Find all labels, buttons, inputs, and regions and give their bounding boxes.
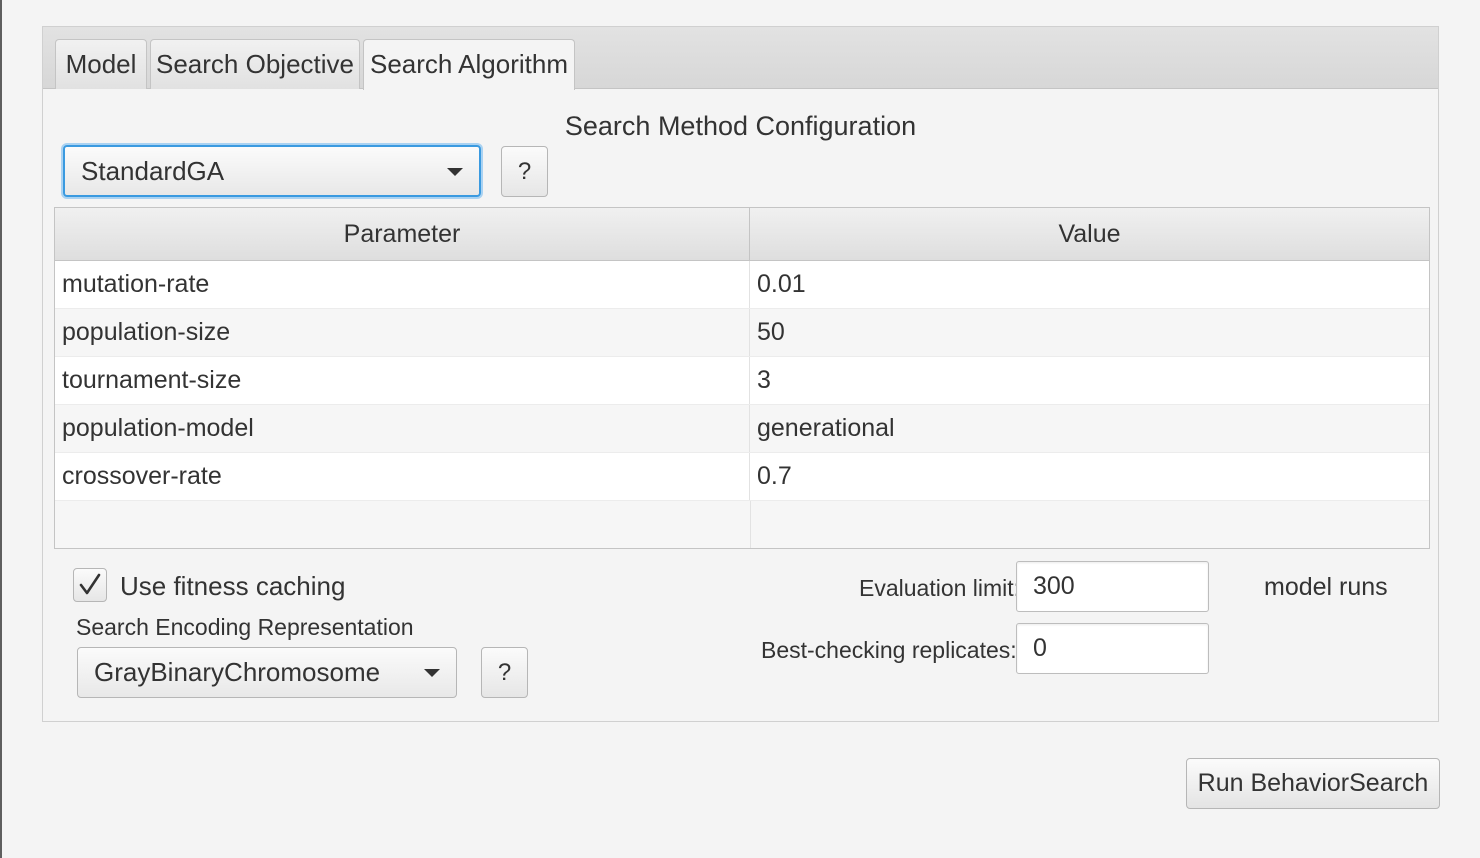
tab-search-algorithm[interactable]: Search Algorithm <box>363 39 575 90</box>
parameter-cell: population-model <box>55 405 750 452</box>
window-edge <box>0 0 2 858</box>
value-cell[interactable]: 0.01 <box>750 261 1429 308</box>
encoding-help-button[interactable]: ? <box>481 647 528 698</box>
table-empty-row <box>55 501 1429 548</box>
column-header-parameter[interactable]: Parameter <box>55 208 750 260</box>
value-cell[interactable]: 0.7 <box>750 453 1429 500</box>
evaluation-limit-label: Evaluation limit: <box>859 575 1021 601</box>
column-header-value[interactable]: Value <box>750 208 1429 260</box>
table-body: mutation-rate 0.01 population-size 50 to… <box>55 261 1429 501</box>
parameter-cell: tournament-size <box>55 357 750 404</box>
parameter-table: Parameter Value mutation-rate 0.01 popul… <box>54 207 1430 549</box>
search-method-dropdown[interactable]: StandardGA <box>63 145 481 197</box>
fitness-caching-checkbox[interactable] <box>73 568 107 602</box>
column-divider <box>750 501 751 548</box>
tab-search-objective[interactable]: Search Objective <box>150 39 360 89</box>
tab-header: Model Search Objective Search Algorithm <box>43 27 1438 90</box>
chevron-down-icon <box>447 168 463 176</box>
encoding-dropdown[interactable]: GrayBinaryChromosome <box>77 647 457 698</box>
chevron-down-icon <box>424 669 440 677</box>
table-row[interactable]: mutation-rate 0.01 <box>55 261 1429 309</box>
section-title: Search Method Configuration <box>564 111 917 141</box>
parameter-cell: crossover-rate <box>55 453 750 500</box>
parameter-cell: mutation-rate <box>55 261 750 308</box>
tab-pane: Model Search Objective Search Algorithm … <box>42 26 1439 722</box>
encoding-value: GrayBinaryChromosome <box>94 657 381 687</box>
table-header: Parameter Value <box>55 208 1429 261</box>
table-row[interactable]: crossover-rate 0.7 <box>55 453 1429 501</box>
parameter-cell: population-size <box>55 309 750 356</box>
table-row[interactable]: population-model generational <box>55 405 1429 453</box>
table-row[interactable]: population-size 50 <box>55 309 1429 357</box>
best-checking-field[interactable]: 0 <box>1016 623 1209 674</box>
fitness-caching-label[interactable]: Use fitness caching <box>120 571 345 602</box>
value-cell[interactable]: 3 <box>750 357 1429 404</box>
checkmark-icon <box>79 573 101 595</box>
tab-model[interactable]: Model <box>55 39 147 89</box>
value-cell[interactable]: 50 <box>750 309 1429 356</box>
evaluation-limit-field[interactable]: 300 <box>1016 561 1209 612</box>
run-behaviorsearch-button[interactable]: Run BehaviorSearch <box>1186 758 1440 809</box>
search-method-help-button[interactable]: ? <box>501 146 548 197</box>
value-cell[interactable]: generational <box>750 405 1429 452</box>
evaluation-units-label: model runs <box>1264 573 1388 601</box>
search-method-value: StandardGA <box>81 156 225 186</box>
encoding-label: Search Encoding Representation <box>76 614 414 640</box>
table-row[interactable]: tournament-size 3 <box>55 357 1429 405</box>
best-checking-label: Best-checking replicates: <box>761 637 1017 663</box>
